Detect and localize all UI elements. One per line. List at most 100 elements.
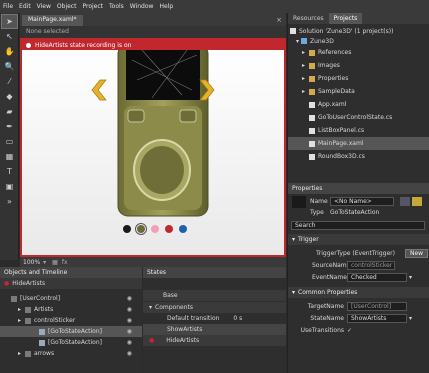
- use-transitions-checkbox[interactable]: ✓: [347, 327, 352, 334]
- tab-projects[interactable]: Projects: [328, 13, 363, 24]
- chevron-right-icon[interactable]: ▸: [302, 49, 309, 56]
- element-icon: [25, 350, 31, 357]
- solution-node[interactable]: Solution 'Zune3D' (1 project(s)): [288, 26, 429, 36]
- artboard[interactable]: HideArtists state recording is on: [20, 38, 286, 257]
- source-name-field[interactable]: controlSticker: [347, 260, 395, 270]
- element-icon: [39, 328, 45, 335]
- file-icon: [309, 153, 315, 160]
- state-group[interactable]: ▾ Components: [143, 302, 286, 313]
- menu-window[interactable]: Window: [130, 3, 154, 10]
- project-item[interactable]: ▸ Properties: [288, 72, 429, 85]
- visibility-eye-icon[interactable]: ◉: [127, 339, 132, 346]
- menu-edit[interactable]: Edit: [19, 3, 31, 10]
- project-item-label: ListBoxPanel.cs: [318, 127, 365, 134]
- state-showartists[interactable]: ShowArtists: [143, 324, 286, 335]
- chevron-right-icon[interactable]: ▸: [18, 306, 25, 313]
- selection-tool-icon[interactable]: ➤: [1, 14, 18, 29]
- close-icon[interactable]: ×: [276, 16, 282, 24]
- swatch-blue[interactable]: [179, 225, 187, 233]
- chevron-down-icon: ▾: [292, 289, 296, 296]
- zoom-level[interactable]: 100%: [23, 259, 40, 266]
- chevron-right-icon[interactable]: ▸: [302, 88, 309, 95]
- object-tree-item[interactable]: [GoToStateAction] ◉: [0, 326, 142, 337]
- project-item[interactable]: ▸ Images: [288, 59, 429, 72]
- record-icon: ●: [149, 337, 155, 344]
- menu-project[interactable]: Project: [82, 3, 103, 10]
- chevron-right-icon[interactable]: ▸: [302, 62, 309, 69]
- grid-toggle-icon[interactable]: ▦: [52, 259, 58, 266]
- pan-tool-icon[interactable]: ✋: [2, 45, 17, 58]
- state-name-select[interactable]: ShowArtists: [347, 313, 407, 323]
- tab-resources[interactable]: Resources: [288, 13, 329, 24]
- pen-tool-icon[interactable]: ✒: [2, 120, 17, 133]
- project-item-label: References: [318, 49, 352, 56]
- chevron-right-icon[interactable]: ▸: [18, 317, 25, 324]
- target-name-label: TargetName: [307, 302, 344, 310]
- project-item[interactable]: GoToUserControlState.cs: [288, 111, 429, 124]
- swatch-pink[interactable]: [151, 225, 159, 233]
- project-item[interactable]: MainPage.xaml: [288, 137, 429, 150]
- chevron-right-icon[interactable]: ▸: [18, 350, 25, 357]
- search-input[interactable]: Search: [291, 221, 425, 230]
- project-item[interactable]: ListBoxPanel.cs: [288, 124, 429, 137]
- state-base[interactable]: Base: [143, 290, 286, 301]
- visibility-eye-icon[interactable]: ◉: [127, 317, 132, 324]
- project-item[interactable]: ▸ SampleData: [288, 85, 429, 98]
- event-name-label: EventName: [312, 273, 347, 281]
- swatch-black[interactable]: [123, 225, 131, 233]
- visibility-eye-icon[interactable]: ◉: [127, 328, 132, 335]
- swatch-red[interactable]: [165, 225, 173, 233]
- menu-object[interactable]: Object: [57, 3, 77, 10]
- common-properties-section[interactable]: ▾ Common Properties: [288, 287, 429, 298]
- eyedropper-tool-icon[interactable]: ⁄: [2, 75, 17, 88]
- type-value: GoToStateAction: [330, 208, 380, 216]
- menu-view[interactable]: View: [37, 3, 51, 10]
- object-tree-item[interactable]: ▸ Artists ◉: [0, 304, 142, 315]
- solution-icon: [290, 28, 296, 34]
- effects-toggle-icon[interactable]: fx: [62, 259, 68, 266]
- menu-tools[interactable]: Tools: [109, 3, 124, 10]
- state-label: HideArtists: [166, 337, 200, 344]
- chevron-right-icon[interactable]: ▸: [302, 75, 309, 82]
- target-name-field[interactable]: [UserControl]: [347, 301, 407, 311]
- grid-tool-icon[interactable]: ▦: [2, 150, 17, 163]
- assets-tool-icon[interactable]: »: [2, 195, 17, 208]
- name-field[interactable]: <No Name>: [330, 197, 394, 206]
- tab-mainpage[interactable]: MainPage.xaml*: [22, 15, 83, 26]
- visibility-eye-icon[interactable]: ◉: [127, 295, 132, 302]
- events-view-icon[interactable]: [412, 197, 422, 206]
- project-item[interactable]: App.xaml: [288, 98, 429, 111]
- visibility-eye-icon[interactable]: ◉: [127, 306, 132, 313]
- direct-selection-tool-icon[interactable]: ↖: [2, 30, 17, 43]
- paint-bucket-tool-icon[interactable]: ◆: [2, 90, 17, 103]
- transition-time[interactable]: 0 s: [233, 315, 242, 322]
- zoom-tool-icon[interactable]: 🔍: [2, 60, 17, 73]
- swatch-olive[interactable]: [135, 223, 147, 235]
- brush-transform-tool-icon[interactable]: ▰: [2, 105, 17, 118]
- rectangle-tool-icon[interactable]: ▭: [2, 135, 17, 148]
- project-item-label: SampleData: [318, 88, 355, 95]
- event-name-select[interactable]: Checked: [347, 272, 407, 282]
- new-trigger-button[interactable]: New: [404, 248, 429, 258]
- object-tree-item[interactable]: [UserControl] ◉: [0, 293, 142, 304]
- chevron-down-icon[interactable]: ▾: [43, 259, 46, 266]
- menu-file[interactable]: File: [3, 3, 13, 10]
- object-tree-item[interactable]: [GoToStateAction] ◉: [0, 337, 142, 348]
- state-hideartists[interactable]: ● HideArtists: [143, 335, 286, 346]
- menu-help[interactable]: Help: [159, 3, 173, 10]
- trigger-section[interactable]: ▾ Trigger: [288, 234, 429, 245]
- chevron-down-icon[interactable]: ▾: [409, 315, 412, 322]
- control-tool-icon[interactable]: ▣: [2, 180, 17, 193]
- project-node[interactable]: ▾ Zune3D: [288, 36, 429, 46]
- project-item[interactable]: ▸ References: [288, 46, 429, 59]
- text-tool-icon[interactable]: T: [2, 165, 17, 178]
- object-label: arrows: [34, 350, 55, 357]
- visibility-eye-icon[interactable]: ◉: [127, 350, 132, 357]
- object-tree-item[interactable]: ▸ controlSticker ◉: [0, 315, 142, 326]
- project-item[interactable]: RoundBox3D.cs: [288, 150, 429, 163]
- states-panel: States Base ▾ Components Default transit…: [143, 267, 286, 373]
- object-tree-item[interactable]: ▸ arrows ◉: [0, 348, 142, 359]
- chevron-down-icon[interactable]: ▾: [409, 274, 412, 281]
- properties-view-icon[interactable]: [400, 197, 410, 206]
- default-transition[interactable]: Default transition 0 s: [143, 313, 286, 324]
